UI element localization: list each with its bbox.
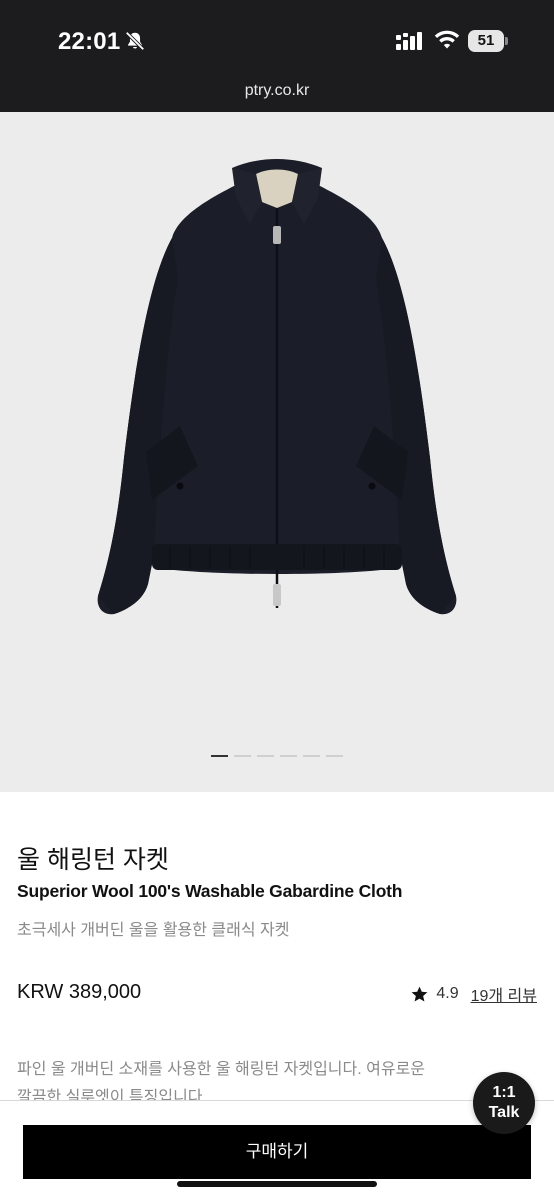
buy-button[interactable]: 구매하기: [23, 1125, 531, 1179]
gallery-dot[interactable]: [234, 755, 251, 757]
bell-slash-icon: [125, 31, 145, 51]
product-price: KRW 389,000: [17, 981, 142, 1003]
talk-label-line1: 1:1: [492, 1084, 516, 1101]
home-indicator: [177, 1181, 377, 1187]
gallery-dot[interactable]: [257, 755, 274, 757]
browser-url-bar[interactable]: ptry.co.kr: [0, 80, 554, 112]
star-icon: [411, 986, 428, 1002]
url-text[interactable]: ptry.co.kr: [0, 82, 554, 100]
gallery-dot[interactable]: [303, 755, 320, 757]
product-short-description: 초극세사 개버딘 울을 활용한 클래식 자켓: [17, 922, 290, 939]
battery-tip: [505, 37, 508, 45]
jacket-image: [97, 159, 457, 615]
one-to-one-talk-button[interactable]: 1:1 Talk: [473, 1072, 535, 1134]
body-line: 파인 울 개버딘 소재를 사용한 울 해링턴 자켓입니다. 여유로운: [17, 1061, 426, 1078]
product-image-gallery[interactable]: [0, 112, 554, 792]
status-bar: 22:01 51: [0, 0, 554, 80]
product-rating: 4.9 19개 리뷰: [410, 982, 537, 1006]
talk-label-line2: Talk: [488, 1104, 520, 1121]
gallery-dot[interactable]: [280, 755, 297, 757]
gallery-dot[interactable]: [326, 755, 343, 757]
rating-score: 4.9: [436, 985, 459, 1002]
product-title: 울 해링턴 자켓: [17, 846, 169, 874]
gallery-pagination[interactable]: [0, 755, 554, 757]
review-count-link[interactable]: 19개 리뷰: [471, 982, 537, 1006]
status-time: 22:01: [58, 28, 121, 55]
battery-icon: 51: [468, 30, 508, 52]
signal-icon: [396, 32, 422, 50]
product-subtitle: Superior Wool 100's Washable Gabardine C…: [17, 881, 403, 901]
battery-level: 51: [468, 30, 504, 52]
wifi-icon: [434, 30, 460, 49]
gallery-dot[interactable]: [211, 755, 228, 757]
